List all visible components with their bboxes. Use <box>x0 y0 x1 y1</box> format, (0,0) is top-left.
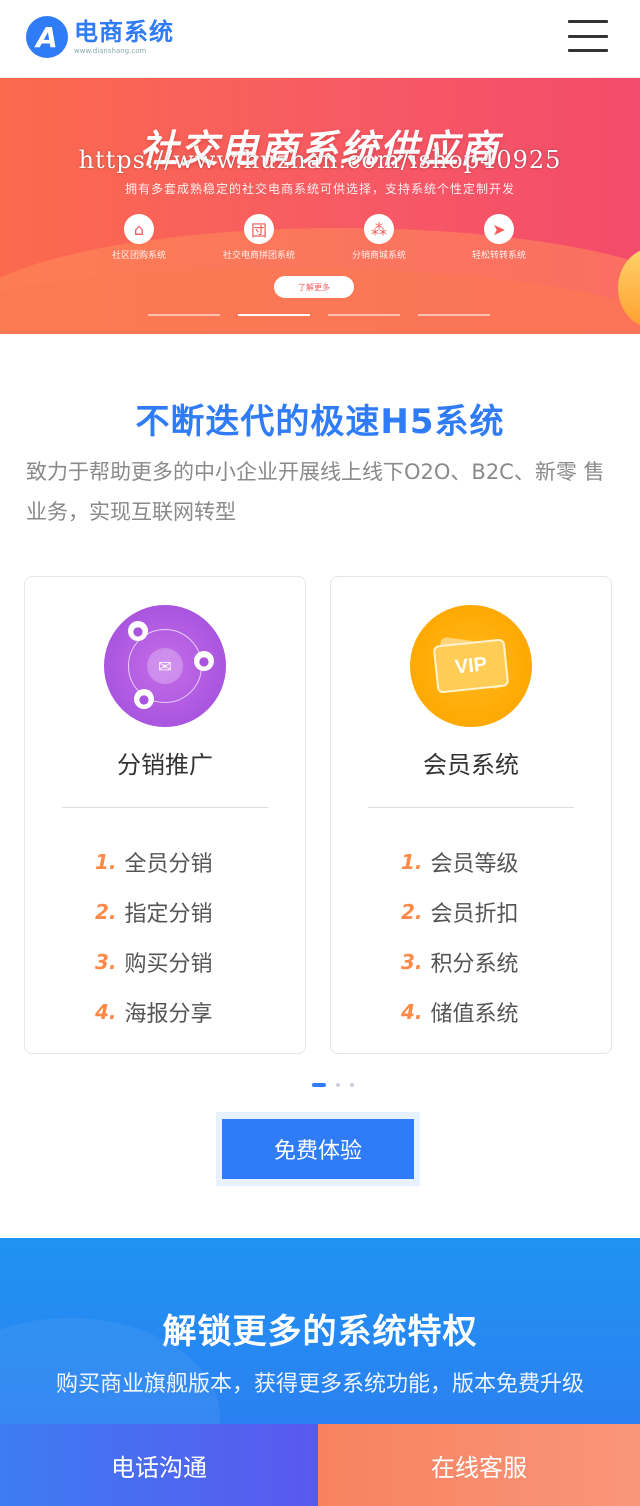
feature-label: 分销商城系统 <box>351 251 406 261</box>
user-icon: ● <box>134 689 154 709</box>
promo-description: 购买商业旗舰版本，获得更多系统功能，版本免费升级 <box>55 1372 584 1397</box>
share-network-icon: ⁂ <box>364 214 394 244</box>
hamburger-menu-icon[interactable] <box>568 20 608 52</box>
list-text: 会员等级 <box>430 852 519 877</box>
home-icon: ⌂ <box>124 214 154 244</box>
header: A 电商系统 www.dianshang.com <box>0 0 640 78</box>
vip-card-front: VIP <box>432 638 510 694</box>
list-item: 2. 指定分销 <box>95 887 213 937</box>
section-description: 致力于帮助更多的中小企业开展线上线下O2O、B2C、新零 售业务，实现互联网转型 <box>26 460 605 524</box>
phone-contact-button[interactable]: 电话沟通 <box>0 1424 318 1506</box>
banner-dot[interactable] <box>148 314 220 316</box>
user-icon: ● <box>128 621 148 641</box>
feature-label: 社交电商拼团系统 <box>222 251 295 261</box>
feature-cards: ● ● ● ✉ 分销推广 1. 全员分销 2. 指定分销 3. 购买分销 4. 海报分享… <box>24 576 612 1054</box>
card-dot-active[interactable] <box>312 1083 326 1087</box>
banner-dot[interactable] <box>418 314 490 316</box>
card-dot[interactable] <box>350 1083 354 1087</box>
banner-feature-groupbuy: 団 社交电商拼团系统 <box>204 214 314 261</box>
menu-bar <box>568 49 608 52</box>
bottom-action-bar: 电话沟通 在线客服 <box>0 1424 640 1506</box>
menu-bar <box>568 34 608 38</box>
list-number: 4. <box>401 1000 423 1024</box>
list-number: 1. <box>95 850 117 874</box>
free-trial-wrapper: 免费体验 <box>216 1112 420 1186</box>
logo-title: 电商系统 <box>74 18 174 46</box>
list-text: 会员折扣 <box>430 902 519 927</box>
promo-section: 解锁更多的系统特权 购买商业旗舰版本，获得更多系统功能，版本免费升级 <box>0 1238 640 1438</box>
list-item: 4. 储值系统 <box>401 987 519 1037</box>
banner-dot[interactable] <box>328 314 400 316</box>
section-title: 不断迭代的极速H5系统 <box>135 402 505 442</box>
list-text: 储值系统 <box>430 1002 519 1027</box>
card-title: 会员系统 <box>423 751 519 779</box>
feature-label: 社区团购系统 <box>111 251 166 261</box>
divider <box>62 807 268 808</box>
list-item: 1. 全员分销 <box>95 837 213 887</box>
logo[interactable]: A 电商系统 www.dianshang.com <box>26 16 174 58</box>
hero-banner[interactable]: 社交电商系统供应商 https://www.huzhan.com/ishop40… <box>0 78 640 334</box>
send-icon: ➤ <box>484 214 514 244</box>
logo-text: 电商系统 www.dianshang.com <box>74 18 174 56</box>
list-number: 3. <box>401 950 423 974</box>
banner-feature-community: ⌂ 社区团购系统 <box>84 214 194 261</box>
list-item: 3. 购买分销 <box>95 937 213 987</box>
banner-feature-transfer: ➤ 轻松转转系统 <box>444 214 554 261</box>
list-item: 4. 海报分享 <box>95 987 213 1037</box>
feature-card-membership[interactable]: VIP 会员系统 1. 会员等级 2. 会员折扣 3. 积分系统 4. 储值系统 <box>330 576 612 1054</box>
list-number: 2. <box>95 900 117 924</box>
menu-bar <box>568 20 608 23</box>
list-text: 全员分销 <box>124 852 213 877</box>
feature-card-distribution[interactable]: ● ● ● ✉ 分销推广 1. 全员分销 2. 指定分销 3. 购买分销 4. 海报分享 <box>24 576 306 1054</box>
list-item: 3. 积分系统 <box>401 937 519 987</box>
banner-feature-list: ⌂ 社区团购系统 団 社交电商拼团系统 ⁂ 分销商城系统 ➤ 轻松转转系统 <box>84 214 554 261</box>
list-text: 购买分销 <box>124 952 213 977</box>
list-text: 积分系统 <box>430 952 519 977</box>
list-number: 3. <box>95 950 117 974</box>
banner-dot-active[interactable] <box>238 314 310 316</box>
user-icon: ● <box>194 651 214 671</box>
banner-feature-distribution: ⁂ 分销商城系统 <box>324 214 434 261</box>
vip-card-icon: VIP <box>410 605 532 727</box>
banner-pagination <box>148 314 490 316</box>
divider <box>368 807 574 808</box>
learn-more-button[interactable]: 了解更多 <box>274 276 354 298</box>
logo-subtitle: www.dianshang.com <box>74 47 147 55</box>
list-number: 4. <box>95 1000 117 1024</box>
group-icon: 団 <box>244 214 274 244</box>
banner-subtitle: 拥有多套成熟稳定的社交电商系统可供选择，支持系统个性定制开发 <box>124 182 515 196</box>
feature-label: 轻松转转系统 <box>471 251 526 261</box>
card-feature-list: 1. 会员等级 2. 会员折扣 3. 积分系统 4. 储值系统 <box>401 837 519 1037</box>
free-trial-button[interactable]: 免费体验 <box>222 1119 414 1179</box>
card-feature-list: 1. 全员分销 2. 指定分销 3. 购买分销 4. 海报分享 <box>95 837 213 1037</box>
card-title: 分销推广 <box>117 751 213 779</box>
promo-title: 解锁更多的系统特权 <box>162 1312 478 1352</box>
card-dot[interactable] <box>336 1083 340 1087</box>
list-item: 2. 会员折扣 <box>401 887 519 937</box>
wechat-icon: ✉ <box>147 648 183 684</box>
list-number: 1. <box>401 850 423 874</box>
list-text: 海报分享 <box>124 1002 213 1027</box>
online-service-button[interactable]: 在线客服 <box>318 1424 640 1506</box>
watermark-url: https://www.huzhan.com/ishop40925 <box>78 146 562 174</box>
list-text: 指定分销 <box>124 902 213 927</box>
list-number: 2. <box>401 900 423 924</box>
wechat-distribution-icon: ● ● ● ✉ <box>104 605 226 727</box>
card-pagination <box>312 1083 354 1087</box>
logo-mark-icon: A <box>26 16 68 58</box>
list-item: 1. 会员等级 <box>401 837 519 887</box>
